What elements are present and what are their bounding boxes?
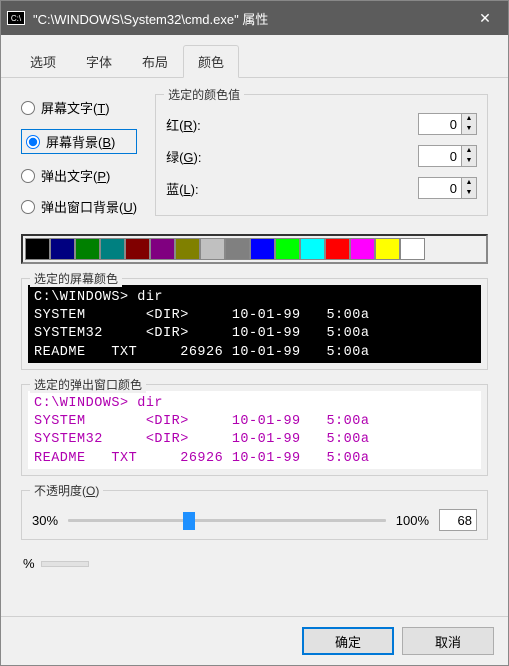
close-button[interactable]: ✕ <box>462 1 508 35</box>
color-swatch-2[interactable] <box>75 238 100 260</box>
blue-label: 蓝(L): <box>166 179 199 198</box>
green-input[interactable] <box>419 146 461 166</box>
blue-input[interactable] <box>419 178 461 198</box>
opacity-slider[interactable] <box>68 510 386 530</box>
color-swatch-4[interactable] <box>125 238 150 260</box>
radio-screen-background-input[interactable] <box>26 135 40 149</box>
color-palette <box>21 234 488 264</box>
dialog-button-row: 确定 取消 <box>1 616 508 665</box>
red-label: 红(R): <box>166 115 201 134</box>
opacity-legend: 不透明度(O) <box>30 482 103 499</box>
tab-colors[interactable]: 颜色 <box>183 45 239 78</box>
screen-preview-legend: 选定的屏幕颜色 <box>30 270 122 287</box>
selected-color-values-group: 选定的颜色值 红(R): ▲▼ 绿(G): ▲▼ 蓝(L): <box>155 94 488 216</box>
color-swatch-3[interactable] <box>100 238 125 260</box>
screen-preview: C:\WINDOWS> dir SYSTEM <DIR> 10-01-99 5:… <box>28 285 481 363</box>
color-swatch-15[interactable] <box>400 238 425 260</box>
extra-bar <box>41 561 89 567</box>
popup-preview-legend: 选定的弹出窗口颜色 <box>30 376 146 393</box>
radio-screen-background[interactable]: 屏幕背景(B) <box>21 129 137 154</box>
radio-popup-text-input[interactable] <box>21 169 35 183</box>
color-swatch-0[interactable] <box>25 238 50 260</box>
color-swatch-12[interactable] <box>325 238 350 260</box>
color-swatch-11[interactable] <box>300 238 325 260</box>
red-down-icon[interactable]: ▼ <box>462 124 476 134</box>
red-up-icon[interactable]: ▲ <box>462 114 476 124</box>
tab-font[interactable]: 字体 <box>71 45 127 77</box>
tabstrip: 选项 字体 布局 颜色 <box>1 35 508 78</box>
radio-screen-text[interactable]: 屏幕文字(T) <box>21 98 137 117</box>
selected-color-values-legend: 选定的颜色值 <box>164 86 244 103</box>
properties-window: C:\ "C:\WINDOWS\System32\cmd.exe" 属性 ✕ 选… <box>0 0 509 666</box>
screen-preview-group: 选定的屏幕颜色 C:\WINDOWS> dir SYSTEM <DIR> 10-… <box>21 278 488 370</box>
opacity-min-label: 30% <box>32 513 58 528</box>
radio-popup-text[interactable]: 弹出文字(P) <box>21 166 137 185</box>
green-down-icon[interactable]: ▼ <box>462 156 476 166</box>
radio-popup-background[interactable]: 弹出窗口背景(U) <box>21 197 137 216</box>
color-swatch-6[interactable] <box>175 238 200 260</box>
tab-options[interactable]: 选项 <box>15 45 71 77</box>
color-target-group: 屏幕文字(T) 屏幕背景(B) 弹出文字(P) 弹出窗口背景(U) <box>21 94 137 216</box>
color-swatch-5[interactable] <box>150 238 175 260</box>
opacity-value-input[interactable] <box>439 509 477 531</box>
ok-button[interactable]: 确定 <box>302 627 394 655</box>
color-swatch-14[interactable] <box>375 238 400 260</box>
green-label: 绿(G): <box>166 147 201 166</box>
blue-down-icon[interactable]: ▼ <box>462 188 476 198</box>
extra-percent-row: % <box>21 556 488 571</box>
red-input[interactable] <box>419 114 461 134</box>
color-swatch-1[interactable] <box>50 238 75 260</box>
green-up-icon[interactable]: ▲ <box>462 146 476 156</box>
window-title: "C:\WINDOWS\System32\cmd.exe" 属性 <box>33 9 462 28</box>
blue-spinner[interactable]: ▲▼ <box>418 177 477 199</box>
radio-popup-background-input[interactable] <box>21 200 35 214</box>
extra-percent-label: % <box>23 556 35 571</box>
tab-layout[interactable]: 布局 <box>127 45 183 77</box>
titlebar: C:\ "C:\WINDOWS\System32\cmd.exe" 属性 ✕ <box>1 1 508 35</box>
color-swatch-7[interactable] <box>200 238 225 260</box>
cancel-button[interactable]: 取消 <box>402 627 494 655</box>
cmd-icon: C:\ <box>7 11 25 25</box>
color-swatch-9[interactable] <box>250 238 275 260</box>
tab-content: 屏幕文字(T) 屏幕背景(B) 弹出文字(P) 弹出窗口背景(U) 选定的颜色值 <box>1 78 508 616</box>
popup-preview-group: 选定的弹出窗口颜色 C:\WINDOWS> dir SYSTEM <DIR> 1… <box>21 384 488 476</box>
opacity-max-label: 100% <box>396 513 429 528</box>
opacity-group: 不透明度(O) 30% 100% <box>21 490 488 540</box>
color-swatch-13[interactable] <box>350 238 375 260</box>
green-spinner[interactable]: ▲▼ <box>418 145 477 167</box>
slider-track <box>68 519 386 522</box>
slider-thumb-icon[interactable] <box>183 512 195 530</box>
red-spinner[interactable]: ▲▼ <box>418 113 477 135</box>
color-swatch-10[interactable] <box>275 238 300 260</box>
color-swatch-8[interactable] <box>225 238 250 260</box>
blue-up-icon[interactable]: ▲ <box>462 178 476 188</box>
popup-preview: C:\WINDOWS> dir SYSTEM <DIR> 10-01-99 5:… <box>28 391 481 469</box>
radio-screen-text-input[interactable] <box>21 101 35 115</box>
